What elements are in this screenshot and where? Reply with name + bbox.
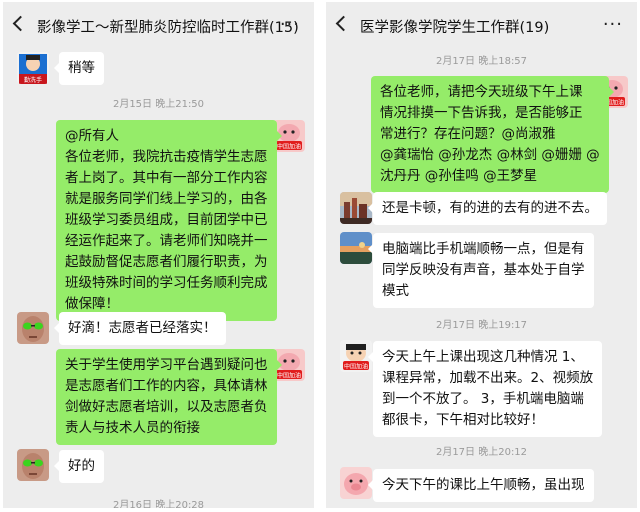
message-bubble-incoming[interactable]: 还是卡顿，有的进的去有的进不去。 <box>368 192 607 225</box>
message-bubble-incoming[interactable]: 今天下午的课比上午顺畅，虽出现 <box>368 469 594 502</box>
message-bubble-outgoing[interactable]: 各位老师，请把今天班级下午上课 情况排摸一下告诉我，是否能够正 常进行？存在问题… <box>371 76 614 193</box>
svg-text:中国加油: 中国加油 <box>344 363 368 371</box>
message-line: 今天下午的课比上午顺畅，虽出现 <box>382 477 585 493</box>
more-options-icon[interactable]: ··· <box>603 14 623 35</box>
message-line: 模式 <box>382 283 409 299</box>
message-line: 关于学生使用学习平台遇到疑问也 <box>65 357 268 373</box>
avatar-green-glasses[interactable] <box>17 312 49 344</box>
message-line: 经运作起来了。请老师们知晓并一 <box>65 233 268 249</box>
message-text: 稍等 <box>68 60 95 76</box>
message-line: 课程异常，加载不出来。2、视频放 <box>382 370 594 386</box>
handwash-avatar-icon: 勤洗手 <box>17 52 49 84</box>
message-text: 好滴！志愿者已经落实！ <box>68 320 217 336</box>
message-line: 常进行？存在问题？@尚淑雅 <box>380 126 556 142</box>
chat-header: 医学影像学院学生工作群(19) ··· <box>326 2 637 52</box>
message-line: 各位老师，我院抗击疫情学生志愿 <box>65 149 268 165</box>
message-line: 沈丹丹 @孙佳鸣 @王梦星 <box>380 168 538 184</box>
message-line: 到一个不放了。 3，手机端电脑端 <box>382 391 584 407</box>
avatar-green-glasses[interactable] <box>17 449 49 481</box>
chat-title: 医学影像学院学生工作群(19) <box>360 20 550 36</box>
message-line: 者上岗了。其中有一部分工作内容 <box>65 170 268 186</box>
back-arrow-icon[interactable] <box>12 15 29 32</box>
svg-text:勤洗手: 勤洗手 <box>24 76 42 84</box>
message-text: 好的 <box>68 458 95 474</box>
avatar-handwash[interactable]: 勤洗手 <box>17 52 49 84</box>
message-line: 同学反映没有声音，基本处于自学 <box>382 262 585 278</box>
message-line: 起鼓励督促志愿者们履行职责，为 <box>65 254 268 270</box>
green-glasses-avatar-icon <box>17 449 49 481</box>
message-line: 各位老师，请把今天班级下午上课 <box>380 84 583 100</box>
svg-text:中国加油: 中国加油 <box>277 143 301 151</box>
right-chat-window: 医学影像学院学生工作群(19) ··· 2月17日 晚上18:57 中国加油 各… <box>326 2 637 508</box>
back-arrow-icon[interactable] <box>335 15 352 32</box>
message-line: 电脑端比手机端顺畅一点，但是有 <box>382 241 585 257</box>
message-line: 都很卡，下午相对比较好！ <box>382 412 544 428</box>
more-options-icon[interactable]: ··· <box>280 14 300 35</box>
left-chat-window: 影像学工～新型肺炎防控临时工作群(15) ··· 勤洗手 稍等 2月15日 晚上… <box>3 2 314 508</box>
message-line: 班级学习委员组成，目前团学中已 <box>65 212 268 228</box>
message-line: 就是服务同学们线上学习的，由各 <box>65 191 268 207</box>
message-bubble-outgoing[interactable]: 关于学生使用学习平台遇到疑问也 是志愿者们工作的内容，具体请林 剑做好志愿者培训… <box>56 349 281 445</box>
message-bubble-incoming[interactable]: 电脑端比手机端顺畅一点，但是有 同学反映没有声音，基本处于自学 模式 <box>368 233 594 308</box>
message-line: @龚瑞怡 @孙龙杰 @林剑 @姗姗 @ <box>380 147 600 163</box>
message-text: 还是卡顿，有的进的去有的进不去。 <box>382 200 598 216</box>
svg-text:中国加油: 中国加油 <box>277 372 301 380</box>
message-line: @所有人 <box>65 128 119 144</box>
message-line: 情况排摸一下告诉我，是否能够正 <box>380 105 583 121</box>
timestamp: 2月17日 晚上20:12 <box>435 447 528 458</box>
message-bubble-incoming[interactable]: 今天上午上课出现这几种情况 1、 课程异常，加载不出来。2、视频放 到一个不放了… <box>367 341 603 437</box>
message-line: 是志愿者们工作的内容，具体请林 <box>65 378 268 394</box>
chat-title: 影像学工～新型肺炎防控临时工作群(15) <box>37 20 299 36</box>
message-bubble-outgoing[interactable]: @所有人 各位老师，我院抗击疫情学生志愿 者上岗了。其中有一部分工作内容 就是服… <box>56 120 281 321</box>
message-bubble-incoming[interactable]: 稍等 <box>54 52 104 85</box>
message-bubble-incoming[interactable]: 好滴！志愿者已经落实！ <box>54 312 226 345</box>
timestamp: 2月17日 晚上18:57 <box>435 56 528 67</box>
message-line: 剑做好志愿者培训，以及志愿者负 <box>65 399 268 415</box>
green-glasses-avatar-icon <box>17 312 49 344</box>
chat-header: 影像学工～新型肺炎防控临时工作群(15) ··· <box>3 2 314 52</box>
message-line: 班级特殊时间的学习任务顺利完成 <box>65 275 268 291</box>
message-line: 责人与技术人员的衔接 <box>65 420 200 436</box>
timestamp: 2月16日 晚上20:28 <box>112 500 205 508</box>
timestamp: 2月17日 晚上19:17 <box>435 320 528 331</box>
message-line: 今天上午上课出现这几种情况 1、 <box>382 349 584 365</box>
timestamp: 2月15日 晚上21:50 <box>112 99 205 110</box>
message-bubble-incoming[interactable]: 好的 <box>54 450 104 483</box>
